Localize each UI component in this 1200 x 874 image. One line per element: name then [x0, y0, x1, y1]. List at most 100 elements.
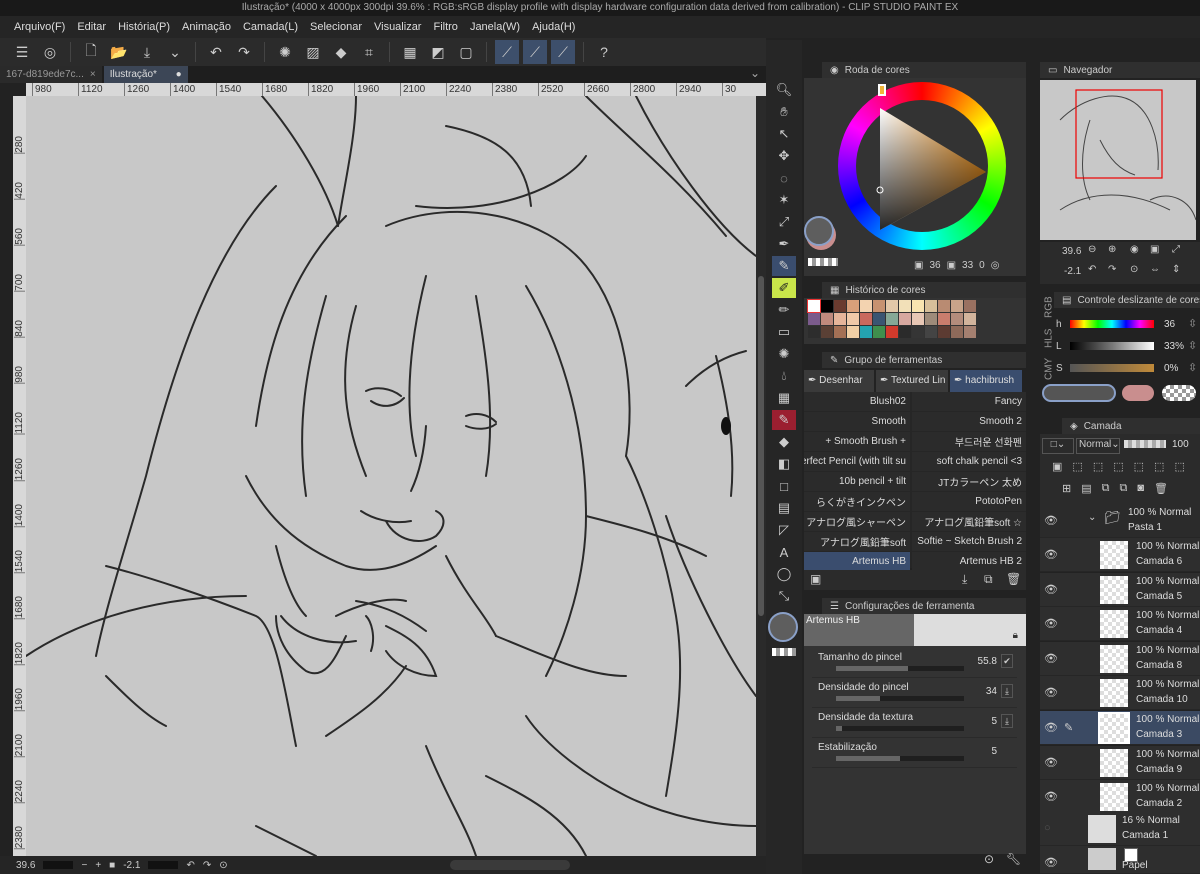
draft-icon[interactable]: ⬚ [1093, 460, 1103, 473]
layer-item[interactable]: 👁︎ ✎ 100 % Normal Camada 3 [1040, 711, 1200, 745]
menu-selecionar[interactable]: Selecionar [304, 21, 368, 33]
eye-icon[interactable]: 👁︎ [1044, 583, 1058, 596]
hsv-mode-icon[interactable]: ▣ [914, 260, 923, 271]
color-history-swatch[interactable] [938, 300, 950, 312]
layer-item[interactable]: 👁︎ 100 % Normal Camada 6 [1040, 538, 1200, 572]
actual-size-icon[interactable]: ◉ [1130, 244, 1139, 255]
brush-item[interactable]: アナログ風鉛筆soft ☆ [912, 512, 1026, 532]
saturation-slider-value[interactable]: 0% [1164, 363, 1178, 374]
tab-textured-lin[interactable]: ✒︎ Textured Lin [876, 370, 948, 392]
chevron-down-icon[interactable]: ⌄ [750, 66, 760, 80]
color-history-swatch[interactable] [964, 326, 976, 338]
layer-item[interactable]: 👁︎ 100 % Normal Camada 9 [1040, 745, 1200, 780]
menu-janela[interactable]: Janela(W) [464, 21, 526, 33]
layer-camada-1[interactable]: ○ 16 % Normal Camada 1 [1040, 812, 1200, 846]
setting-option-icon[interactable]: ⤓ [1001, 714, 1013, 728]
lightness-slider[interactable] [1070, 342, 1154, 350]
color-history-swatch[interactable] [964, 300, 976, 312]
color-history-swatch[interactable] [860, 326, 872, 338]
eye-icon[interactable]: 👁︎ [1044, 617, 1058, 630]
pen-tool-icon[interactable]: ✒︎ [772, 234, 796, 254]
eye-icon[interactable]: 👁︎ [1044, 514, 1058, 527]
transparent-chip[interactable] [1162, 385, 1196, 401]
correct-line-tool-icon[interactable]: ⤡ [772, 586, 796, 606]
color-history-swatch[interactable] [925, 313, 937, 325]
color-history-swatch[interactable] [938, 313, 950, 325]
save-icon[interactable]: ⤓ [135, 40, 159, 64]
menu-camada[interactable]: Camada(L) [237, 21, 304, 33]
eraser-tool-icon[interactable]: ▭ [772, 322, 796, 342]
color-history-swatch[interactable] [808, 326, 820, 338]
brush-item[interactable]: Artemus HB [804, 552, 910, 572]
trash-icon[interactable]: 🗑︎ [1006, 572, 1021, 586]
setting-slider[interactable] [836, 696, 964, 701]
hsv-mode-icon[interactable]: ▣ [947, 260, 956, 271]
new-folder-icon[interactable]: ▤ [1081, 482, 1091, 495]
brush-item[interactable]: らくがきインクペン [804, 492, 910, 512]
mask-icon[interactable]: ⬚ [1154, 460, 1164, 473]
red-pen-tool-icon[interactable]: ✎ [772, 410, 796, 430]
hue-slider[interactable] [1070, 320, 1154, 328]
eye-icon[interactable]: 👁︎ [1044, 548, 1058, 561]
saturation-slider[interactable] [1070, 364, 1154, 372]
color-history-swatch[interactable] [807, 299, 821, 313]
layer-item[interactable]: 👁︎ 100 % Normal Camada 8 [1040, 641, 1200, 676]
operation-tool-icon[interactable]: ↖ [772, 124, 796, 144]
setting-slider[interactable] [836, 726, 964, 731]
color-history-swatch[interactable] [821, 300, 833, 312]
stepper-icon[interactable]: ⇳ [1188, 361, 1197, 374]
clip-icon[interactable]: ▣ [1052, 460, 1062, 473]
gradient-tool-icon[interactable]: ◧ [772, 454, 796, 474]
menu-ajuda[interactable]: Ajuda(H) [526, 21, 581, 33]
help-icon[interactable]: ? [592, 40, 616, 64]
color-history-swatch[interactable] [886, 326, 898, 338]
color-history-swatch[interactable] [951, 300, 963, 312]
transparent-color-indicator[interactable] [772, 648, 796, 656]
duplicate-icon[interactable]: ⧉ [984, 572, 993, 587]
rotate-slider[interactable] [148, 861, 179, 869]
balloon-tool-icon[interactable]: ◯ [772, 564, 796, 584]
color-history-swatch[interactable] [847, 300, 859, 312]
opacity-value[interactable]: 100 [1172, 439, 1189, 450]
layer-papel[interactable]: 👁︎ Papel [1040, 846, 1200, 874]
tab-cmy[interactable]: CMY [1044, 358, 1055, 380]
zoom-tool-icon[interactable]: 🔍︎ [772, 80, 796, 100]
layer-color-dropdown[interactable]: □⌄ [1042, 438, 1074, 454]
move-tool-icon[interactable]: ✥ [772, 146, 796, 166]
brush-item[interactable]: 부드러운 선화펜 [912, 432, 1026, 452]
tab-rgb[interactable]: RGB [1044, 297, 1055, 319]
brush-item[interactable]: Artemus HB 2 [912, 552, 1026, 572]
pen-icon[interactable]: ⟋ [495, 40, 519, 64]
download-icon[interactable]: ⤓ [962, 572, 967, 587]
fit-icon[interactable]: ▣ [1150, 244, 1159, 255]
color-history-swatch[interactable] [925, 300, 937, 312]
layer-item[interactable]: 👁︎ 100 % Normal Camada 4 [1040, 607, 1200, 642]
color-history-swatch[interactable] [925, 326, 937, 338]
setting-value[interactable]: 5 [991, 746, 997, 757]
canvas-horizontal-scrollbar[interactable] [450, 860, 570, 870]
tool-settings-icon[interactable]: ▣ [810, 572, 821, 586]
menu-arquivo[interactable]: Arquivo(F) [8, 21, 71, 33]
setting-option-icon[interactable]: ✔ [1001, 654, 1013, 668]
brush-item[interactable]: JTカラーペン 太め [912, 472, 1026, 492]
zoom-slider[interactable] [43, 861, 74, 869]
setting-option-icon[interactable]: ⤓ [1001, 684, 1013, 698]
color-history-swatch[interactable] [886, 300, 898, 312]
tab-hachibrush[interactable]: ✒︎ hachibrush [950, 370, 1022, 392]
color-history-swatch[interactable] [912, 313, 924, 325]
modified-dot-icon[interactable]: ● [176, 66, 182, 83]
color-history-swatch[interactable] [860, 300, 872, 312]
magic-wand-icon[interactable]: ✶ [772, 190, 796, 210]
merge-icon[interactable]: ⧉ [1102, 482, 1110, 495]
brush-item[interactable]: Smooth 2 [912, 412, 1026, 432]
fullscreen-icon[interactable]: ⤢ [1172, 244, 1180, 255]
lightness-slider-value[interactable]: 33% [1164, 341, 1184, 352]
navigator-preview[interactable] [1040, 80, 1197, 240]
brush-item[interactable]: 10b pencil + tilt [804, 472, 910, 492]
color-history-swatch[interactable] [873, 313, 885, 325]
color-history-swatch[interactable] [847, 313, 859, 325]
lock-icon[interactable]: 🔒︎ [1013, 630, 1018, 641]
lock-icon[interactable]: ⬚ [1113, 460, 1123, 473]
menu-visualizar[interactable]: Visualizar [368, 21, 428, 33]
blend-mode-dropdown[interactable]: Normal⌄ [1076, 438, 1120, 454]
